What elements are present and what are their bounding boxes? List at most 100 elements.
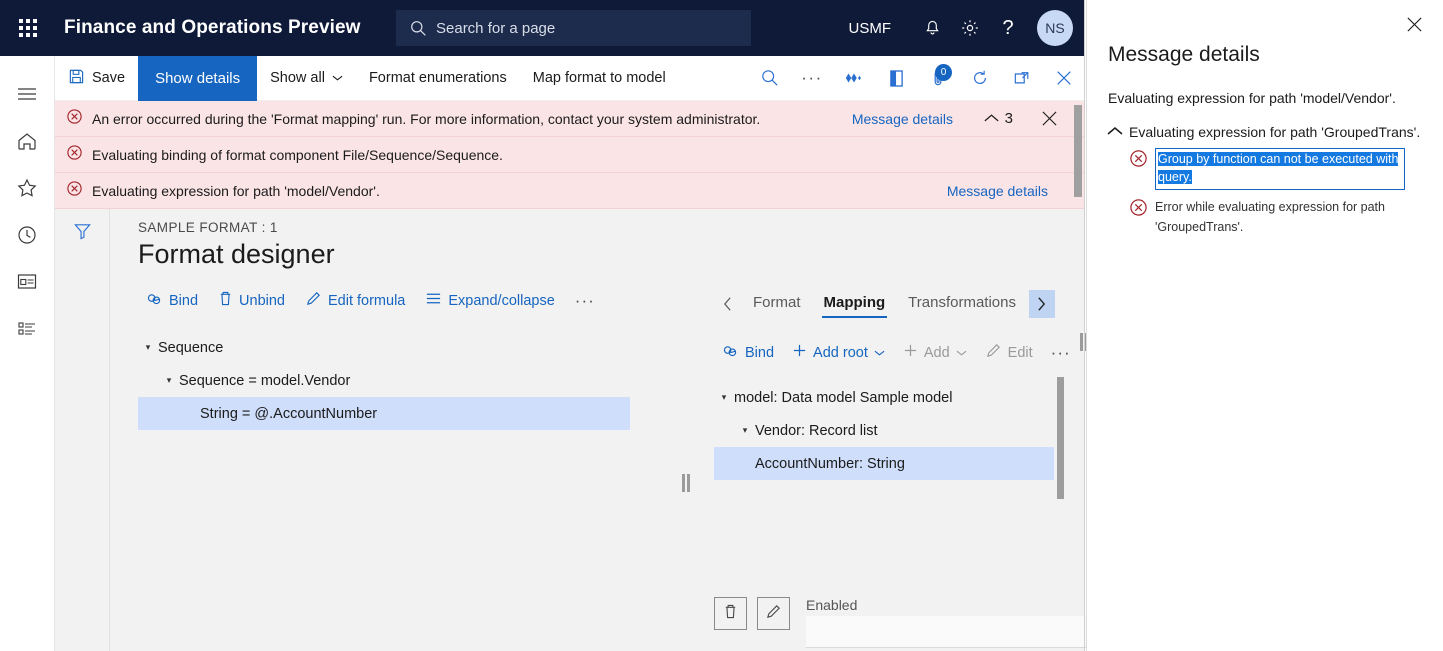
search-input[interactable]: Search for a page — [396, 10, 751, 46]
bind-link-icon — [146, 292, 163, 310]
add-button[interactable]: Add — [895, 339, 975, 366]
bind-link-icon — [722, 344, 739, 362]
mapping-toolbar-more-button[interactable]: ··· — [1043, 339, 1079, 367]
save-button[interactable]: Save — [55, 56, 138, 101]
error-icon — [1129, 197, 1155, 222]
format-tree-label: String = @.AccountNumber — [200, 405, 378, 422]
unbind-button[interactable]: Unbind — [210, 286, 293, 315]
close-messages-icon[interactable] — [1041, 110, 1058, 127]
expand-collapse-button[interactable]: Expand/collapse — [417, 287, 562, 314]
add-root-label: Add root — [813, 344, 868, 361]
menu-icon[interactable] — [0, 70, 55, 117]
close-icon[interactable] — [1043, 56, 1085, 101]
chevron-down-icon — [874, 345, 885, 361]
search-icon[interactable] — [749, 56, 791, 101]
avatar[interactable]: NS — [1037, 10, 1073, 46]
close-icon[interactable] — [1400, 10, 1428, 38]
message-item-list: Group by function can not be executed wi… — [1129, 147, 1443, 238]
chevron-down-icon — [332, 70, 343, 86]
workspaces-icon[interactable] — [0, 258, 55, 305]
error-text: Evaluating expression for path 'model/Ve… — [92, 182, 380, 199]
expander-icon[interactable]: ▾ — [138, 342, 158, 353]
map-format-to-model-button[interactable]: Map format to model — [520, 56, 679, 101]
message-group: Evaluating expression for path 'GroupedT… — [1101, 124, 1443, 140]
show-details-button[interactable]: Show details — [138, 55, 258, 101]
search-placeholder: Search for a page — [436, 19, 556, 37]
command-bar: Save Show details Show all Format enumer… — [55, 55, 1085, 101]
company-selector[interactable]: USMF — [849, 20, 892, 37]
message-item-selected[interactable]: Group by function can not be executed wi… — [1129, 147, 1443, 191]
chevron-right-icon[interactable] — [1028, 290, 1055, 318]
clock-icon[interactable] — [0, 211, 55, 258]
mapping-pane: Format Mapping Transformations Bind Add … — [714, 209, 1112, 651]
office-icon[interactable] — [875, 56, 917, 101]
mapping-bottom-bar: Enabled — [714, 595, 1114, 651]
expander-icon[interactable]: ▾ — [714, 392, 734, 403]
list-lines-icon — [425, 291, 442, 310]
tab-format[interactable]: Format — [743, 290, 811, 318]
error-bar-scrollbar[interactable] — [1074, 105, 1082, 197]
chevron-up-icon[interactable] — [1101, 124, 1129, 137]
delete-button[interactable] — [714, 597, 747, 630]
home-icon[interactable] — [0, 117, 55, 164]
edit-label: Edit — [1007, 344, 1033, 361]
pencil-icon — [765, 603, 782, 625]
error-text: Evaluating binding of format component F… — [92, 146, 503, 163]
format-tree-row-selected[interactable]: String = @.AccountNumber — [138, 397, 630, 430]
format-tree-row[interactable]: ▾ Sequence = model.Vendor — [138, 364, 630, 397]
format-tree-row[interactable]: ▾ Sequence — [138, 331, 630, 364]
add-label: Add — [923, 344, 950, 361]
pencil-icon — [985, 342, 1002, 363]
message-item-text: Error while evaluating expression for pa… — [1155, 200, 1385, 235]
bind-label: Bind — [169, 292, 199, 309]
edit-button[interactable]: Edit — [977, 338, 1041, 367]
edit-mapping-button[interactable] — [757, 597, 790, 630]
tab-transformations[interactable]: Transformations — [898, 290, 1026, 318]
mapping-bind-button[interactable]: Bind — [714, 340, 782, 366]
model-tree-label: Vendor: Record list — [755, 422, 878, 439]
message-details-link[interactable]: Message details — [947, 183, 1048, 199]
format-toolbar-more-button[interactable]: ··· — [567, 287, 603, 315]
pencil-icon — [305, 290, 322, 311]
modules-icon[interactable] — [0, 305, 55, 352]
error-text: An error occurred during the 'Format map… — [92, 110, 761, 127]
format-tree: ▾ Sequence ▾ Sequence = model.Vendor Str… — [138, 331, 630, 430]
chevron-left-icon[interactable] — [714, 290, 740, 318]
error-row: Evaluating expression for path 'model/Ve… — [55, 173, 1085, 209]
bind-button[interactable]: Bind — [138, 288, 206, 314]
enabled-field-group: Enabled — [806, 597, 1094, 648]
app-launcher-icon[interactable] — [0, 0, 56, 56]
error-icon — [66, 144, 83, 166]
model-tree-row[interactable]: ▾ model: Data model Sample model — [714, 381, 1054, 414]
top-navigation-bar: Finance and Operations Preview Search fo… — [0, 0, 1085, 56]
filter-funnel-icon[interactable] — [73, 222, 92, 651]
question-mark-icon[interactable]: ? — [989, 0, 1027, 56]
gear-icon[interactable] — [951, 0, 989, 56]
mapping-toolbar: Bind Add root Add Edit ··· — [714, 338, 1112, 367]
message-count: 3 — [1004, 110, 1013, 127]
personalize-icon[interactable] — [833, 56, 875, 101]
model-tree-row[interactable]: ▾ Vendor: Record list — [714, 414, 1054, 447]
model-tree-scrollbar[interactable] — [1057, 377, 1064, 499]
pane-splitter[interactable] — [682, 474, 690, 492]
ellipsis-icon[interactable]: ··· — [791, 56, 833, 101]
collapse-messages-button[interactable]: 3 — [983, 110, 1013, 127]
open-in-new-window-icon[interactable] — [1001, 56, 1043, 101]
message-item[interactable]: Error while evaluating expression for pa… — [1129, 197, 1443, 237]
format-enumerations-button[interactable]: Format enumerations — [356, 56, 520, 101]
bell-icon[interactable] — [913, 0, 951, 56]
attachments-icon[interactable]: 0 — [917, 56, 959, 101]
refresh-icon[interactable] — [959, 56, 1001, 101]
message-details-link[interactable]: Message details — [852, 111, 953, 127]
star-icon[interactable] — [0, 164, 55, 211]
edit-formula-button[interactable]: Edit formula — [297, 286, 413, 315]
plus-icon — [903, 343, 918, 362]
expander-icon[interactable]: ▾ — [159, 375, 179, 386]
expander-icon[interactable]: ▾ — [735, 425, 755, 436]
model-tree-row-selected[interactable]: AccountNumber: String — [714, 447, 1054, 480]
add-root-button[interactable]: Add root — [784, 339, 893, 366]
enabled-input[interactable] — [806, 616, 1094, 648]
tab-mapping[interactable]: Mapping — [814, 290, 896, 318]
show-all-button[interactable]: Show all — [257, 56, 356, 101]
mapping-tabs: Format Mapping Transformations — [714, 290, 1112, 318]
